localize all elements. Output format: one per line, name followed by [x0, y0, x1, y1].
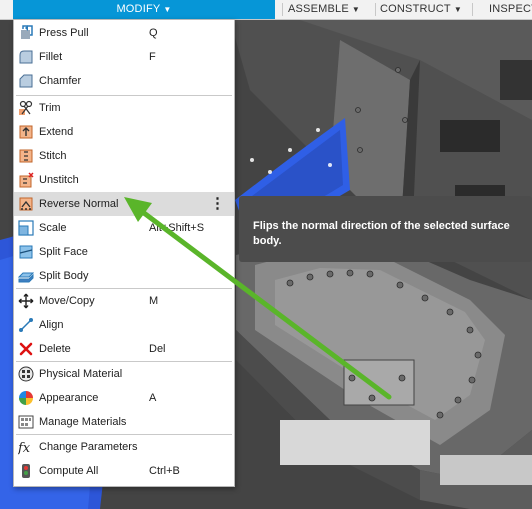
menu-item-trim[interactable]: Trim [14, 96, 234, 120]
modify-menu-button[interactable]: MODIFY ▼ [13, 0, 275, 19]
stitch-icon [19, 149, 33, 163]
split-face-icon [19, 245, 33, 259]
trim-icon [19, 100, 33, 115]
menu-item-align[interactable]: Align [14, 313, 234, 337]
menu-item-chamfer[interactable]: Chamfer [14, 69, 234, 93]
menu-item-label: Scale [39, 222, 67, 234]
modify-dropdown-menu: Press Pull Q Fillet F Chamfer Trim Exten… [13, 19, 235, 487]
menu-item-split-face[interactable]: Split Face [14, 240, 234, 264]
menu-item-shortcut: Del [149, 343, 166, 355]
manage-materials-icon [18, 415, 34, 429]
menu-item-label: Compute All [39, 465, 99, 477]
menu-item-split-body[interactable]: Split Body [14, 264, 234, 288]
menu-item-scale[interactable]: Scale Alt+Shift+S [14, 216, 234, 240]
extend-icon [19, 125, 33, 139]
svg-text:fx: fx [18, 441, 31, 455]
menu-item-shortcut: F [149, 51, 156, 63]
menu-item-label: Move/Copy [39, 295, 95, 307]
menu-item-shortcut: Alt+Shift+S [149, 222, 205, 234]
menu-item-compute-all[interactable]: Compute All Ctrl+B [14, 459, 234, 483]
menu-item-label: Press Pull [39, 27, 89, 39]
menu-item-label: Stitch [39, 150, 67, 162]
menu-item-appearance[interactable]: Appearance A [14, 386, 234, 410]
menu-item-move-copy[interactable]: Move/Copy M [14, 289, 234, 313]
menu-item-label: Align [39, 319, 64, 331]
menu-item-label: Delete [39, 343, 71, 355]
menu-item-shortcut: Ctrl+B [149, 465, 180, 477]
scale-icon [18, 220, 34, 236]
chevron-down-icon: ▼ [163, 5, 172, 14]
menu-item-shortcut: M [149, 295, 159, 307]
top-toolbar: MODIFY▼ ASSEMBLE▼ CONSTRUCT▼ INSPECT [0, 0, 532, 20]
menu-item-fillet[interactable]: Fillet F [14, 45, 234, 69]
inspect-label: INSPECT [489, 3, 532, 15]
menu-item-reverse-normal[interactable]: Reverse Normal ⋮ [14, 192, 234, 216]
menu-item-label: Fillet [39, 51, 63, 63]
assemble-menu-button[interactable]: ASSEMBLE ▼ [283, 0, 365, 19]
menu-item-manage-materials[interactable]: Manage Materials [14, 410, 234, 434]
change-parameters-icon: fx [18, 441, 31, 455]
align-icon [19, 318, 33, 332]
appearance-icon [19, 391, 33, 405]
menu-item-stitch[interactable]: Stitch [14, 144, 234, 168]
chevron-down-icon: ▼ [453, 5, 462, 14]
menu-item-label: Chamfer [39, 75, 82, 87]
physical-material-icon [18, 366, 34, 382]
menu-item-delete[interactable]: Delete Del [14, 337, 234, 361]
compute-all-icon [22, 464, 30, 478]
menu-item-label: Split Body [39, 270, 89, 282]
reverse-normal-icon [19, 197, 33, 211]
menu-item-label: Split Face [39, 246, 88, 258]
menu-item-label: Physical Material [39, 368, 123, 380]
construct-menu-button[interactable]: CONSTRUCT ▼ [380, 0, 462, 19]
chevron-down-icon: ▼ [351, 5, 361, 14]
toolbar-divider [472, 3, 473, 16]
menu-item-shortcut: Q [149, 27, 158, 39]
inspect-menu-button[interactable]: INSPECT [478, 0, 532, 19]
menu-item-physical-material[interactable]: Physical Material [14, 362, 234, 386]
chamfer-icon [19, 74, 33, 88]
construct-label: CONSTRUCT [380, 3, 451, 15]
tooltip-text: Flips the normal direction of the select… [253, 220, 510, 247]
menu-item-label: Change Parameters [39, 441, 138, 453]
toolbar-divider [375, 3, 376, 16]
tooltip: Flips the normal direction of the select… [239, 196, 532, 262]
move-copy-icon [18, 293, 34, 309]
delete-icon [19, 342, 33, 356]
menu-item-label: Unstitch [39, 174, 79, 186]
unstitch-icon [19, 172, 34, 188]
press-pull-icon [21, 25, 33, 39]
menu-item-label: Trim [39, 102, 61, 114]
menu-item-label: Manage Materials [39, 416, 127, 428]
menu-item-press-pull[interactable]: Press Pull Q [14, 21, 234, 45]
menu-item-shortcut: A [149, 392, 157, 404]
menu-item-extend[interactable]: Extend [14, 120, 234, 144]
menu-item-change-parameters[interactable]: fx Change Parameters [14, 435, 234, 459]
menu-item-label: Extend [39, 126, 74, 138]
menu-item-label: Reverse Normal [39, 198, 119, 210]
fillet-icon [19, 50, 33, 64]
modify-label: MODIFY [116, 3, 161, 15]
menu-item-unstitch[interactable]: Unstitch [14, 168, 234, 192]
more-options-icon[interactable]: ⋮ [210, 192, 225, 216]
split-body-icon [18, 272, 34, 283]
menu-item-label: Appearance [39, 392, 99, 404]
assemble-label: ASSEMBLE [287, 3, 349, 15]
